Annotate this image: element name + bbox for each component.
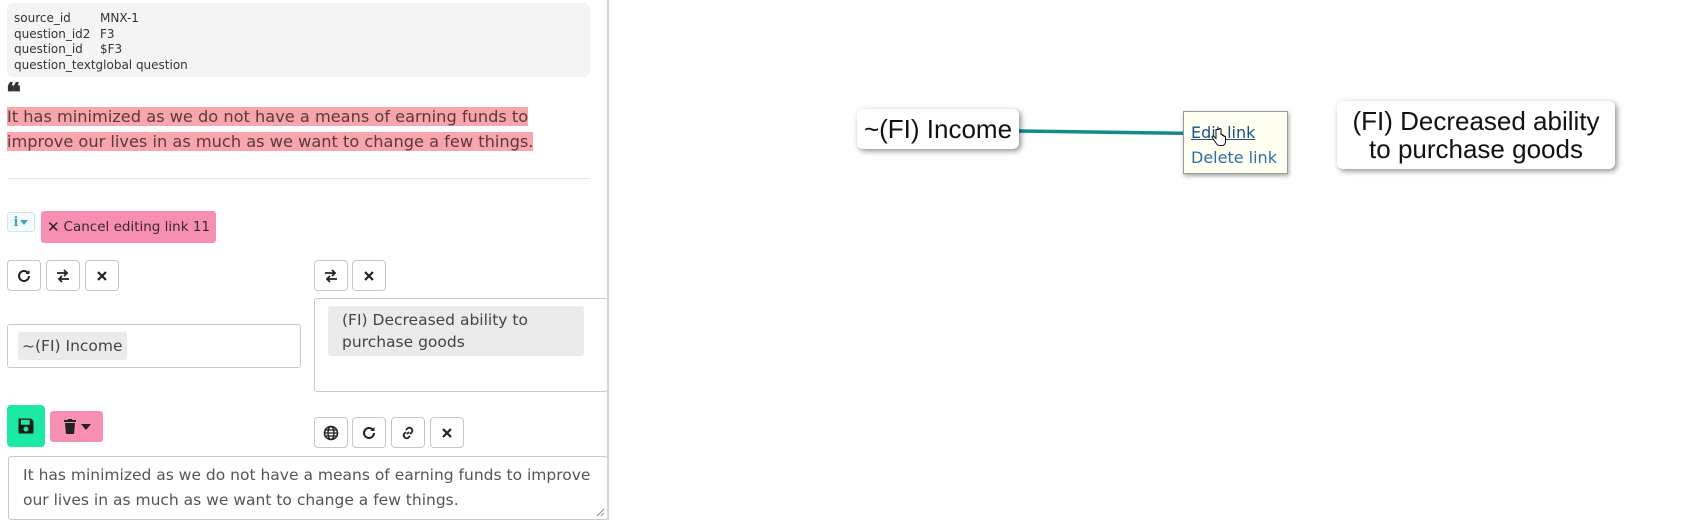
cancel-editing-label: Cancel editing link 11 — [63, 219, 211, 235]
to-node-chip[interactable]: (FI) Decreased ability to purchase goods — [328, 306, 584, 356]
source-text: It has minimized as we do not have a mea… — [23, 466, 591, 509]
map-canvas[interactable]: ~(FI) Income (FI) Decreased ability to p… — [611, 0, 1701, 520]
metadata-key: source_id — [14, 11, 71, 25]
refresh-button[interactable] — [352, 417, 386, 448]
close-icon — [364, 270, 374, 281]
globe-button[interactable] — [314, 417, 348, 448]
metadata-row: question_id $F3 — [14, 42, 590, 58]
info-dropdown-button[interactable]: i — [7, 212, 35, 232]
save-icon — [18, 418, 34, 434]
swap-icon — [57, 268, 69, 283]
quote-left-icon: ❝ — [6, 82, 22, 100]
close-icon — [442, 427, 452, 438]
link-button[interactable] — [391, 417, 425, 448]
map-node-decreased-ability[interactable]: (FI) Decreased ability to purchase goods — [1337, 101, 1615, 169]
globe-icon — [323, 425, 339, 440]
from-node-chip[interactable]: ~(FI) Income — [18, 332, 127, 360]
save-button[interactable] — [7, 405, 45, 447]
resize-grip-icon[interactable] — [595, 507, 605, 517]
link-icon — [402, 426, 414, 439]
divider — [7, 178, 590, 179]
delete-link-menu-item[interactable]: Delete link — [1191, 145, 1287, 170]
metadata-value: global question — [95, 57, 188, 72]
metadata-value: $F3 — [100, 42, 123, 56]
caret-down-icon — [20, 219, 29, 225]
map-node-label: (FI) Decreased ability to purchase goods — [1352, 106, 1600, 164]
to-node-field[interactable]: (FI) Decreased ability to purchase goods — [314, 298, 607, 392]
link-editor-panel: source_id MNX-1 question_id2 F3 question… — [0, 0, 609, 520]
map-node-income[interactable]: ~(FI) Income — [857, 109, 1019, 149]
highlighted-quote: It has minimized as we do not have a mea… — [7, 104, 587, 154]
close-icon — [97, 270, 107, 281]
metadata-value: MNX-1 — [100, 11, 139, 25]
metadata-key: question_text — [14, 57, 96, 72]
info-icon: i — [13, 214, 19, 230]
from-clear-button[interactable] — [85, 260, 119, 291]
metadata-value: F3 — [100, 26, 115, 41]
edit-link-menu-item[interactable]: Edit link — [1191, 120, 1287, 145]
to-swap-button[interactable] — [314, 260, 348, 291]
from-swap-button[interactable] — [46, 260, 80, 291]
delete-dropdown-button[interactable] — [50, 411, 103, 442]
to-clear-button[interactable] — [352, 260, 386, 291]
close-icon: ✕ — [46, 218, 60, 236]
map-node-label: ~(FI) Income — [863, 114, 1013, 144]
map-edges — [1018, 123, 1243, 144]
link-context-menu: Edit link Delete link — [1183, 111, 1288, 174]
metadata-row: question_id2 F3 — [14, 27, 590, 43]
metadata-key: question_id2 — [14, 26, 91, 41]
metadata-box: source_id MNX-1 question_id2 F3 question… — [7, 3, 590, 77]
metadata-row: source_id MNX-1 — [14, 11, 590, 27]
refresh-icon — [18, 269, 30, 282]
from-refresh-button[interactable] — [7, 260, 41, 291]
close-button[interactable] — [430, 417, 464, 448]
caret-down-icon — [80, 423, 91, 430]
refresh-icon — [363, 426, 375, 439]
metadata-key: question_id — [14, 42, 83, 56]
metadata-row: question_text global question — [14, 58, 590, 74]
from-node-field[interactable]: ~(FI) Income — [7, 324, 301, 368]
trash-icon — [63, 419, 76, 434]
swap-icon — [325, 268, 337, 283]
source-text-textarea[interactable]: It has minimized as we do not have a mea… — [8, 456, 607, 520]
cancel-editing-link-button[interactable]: ✕ Cancel editing link 11 — [41, 211, 216, 243]
quote-text: It has minimized as we do not have a mea… — [7, 107, 534, 151]
hand-cursor-icon — [1211, 128, 1226, 146]
